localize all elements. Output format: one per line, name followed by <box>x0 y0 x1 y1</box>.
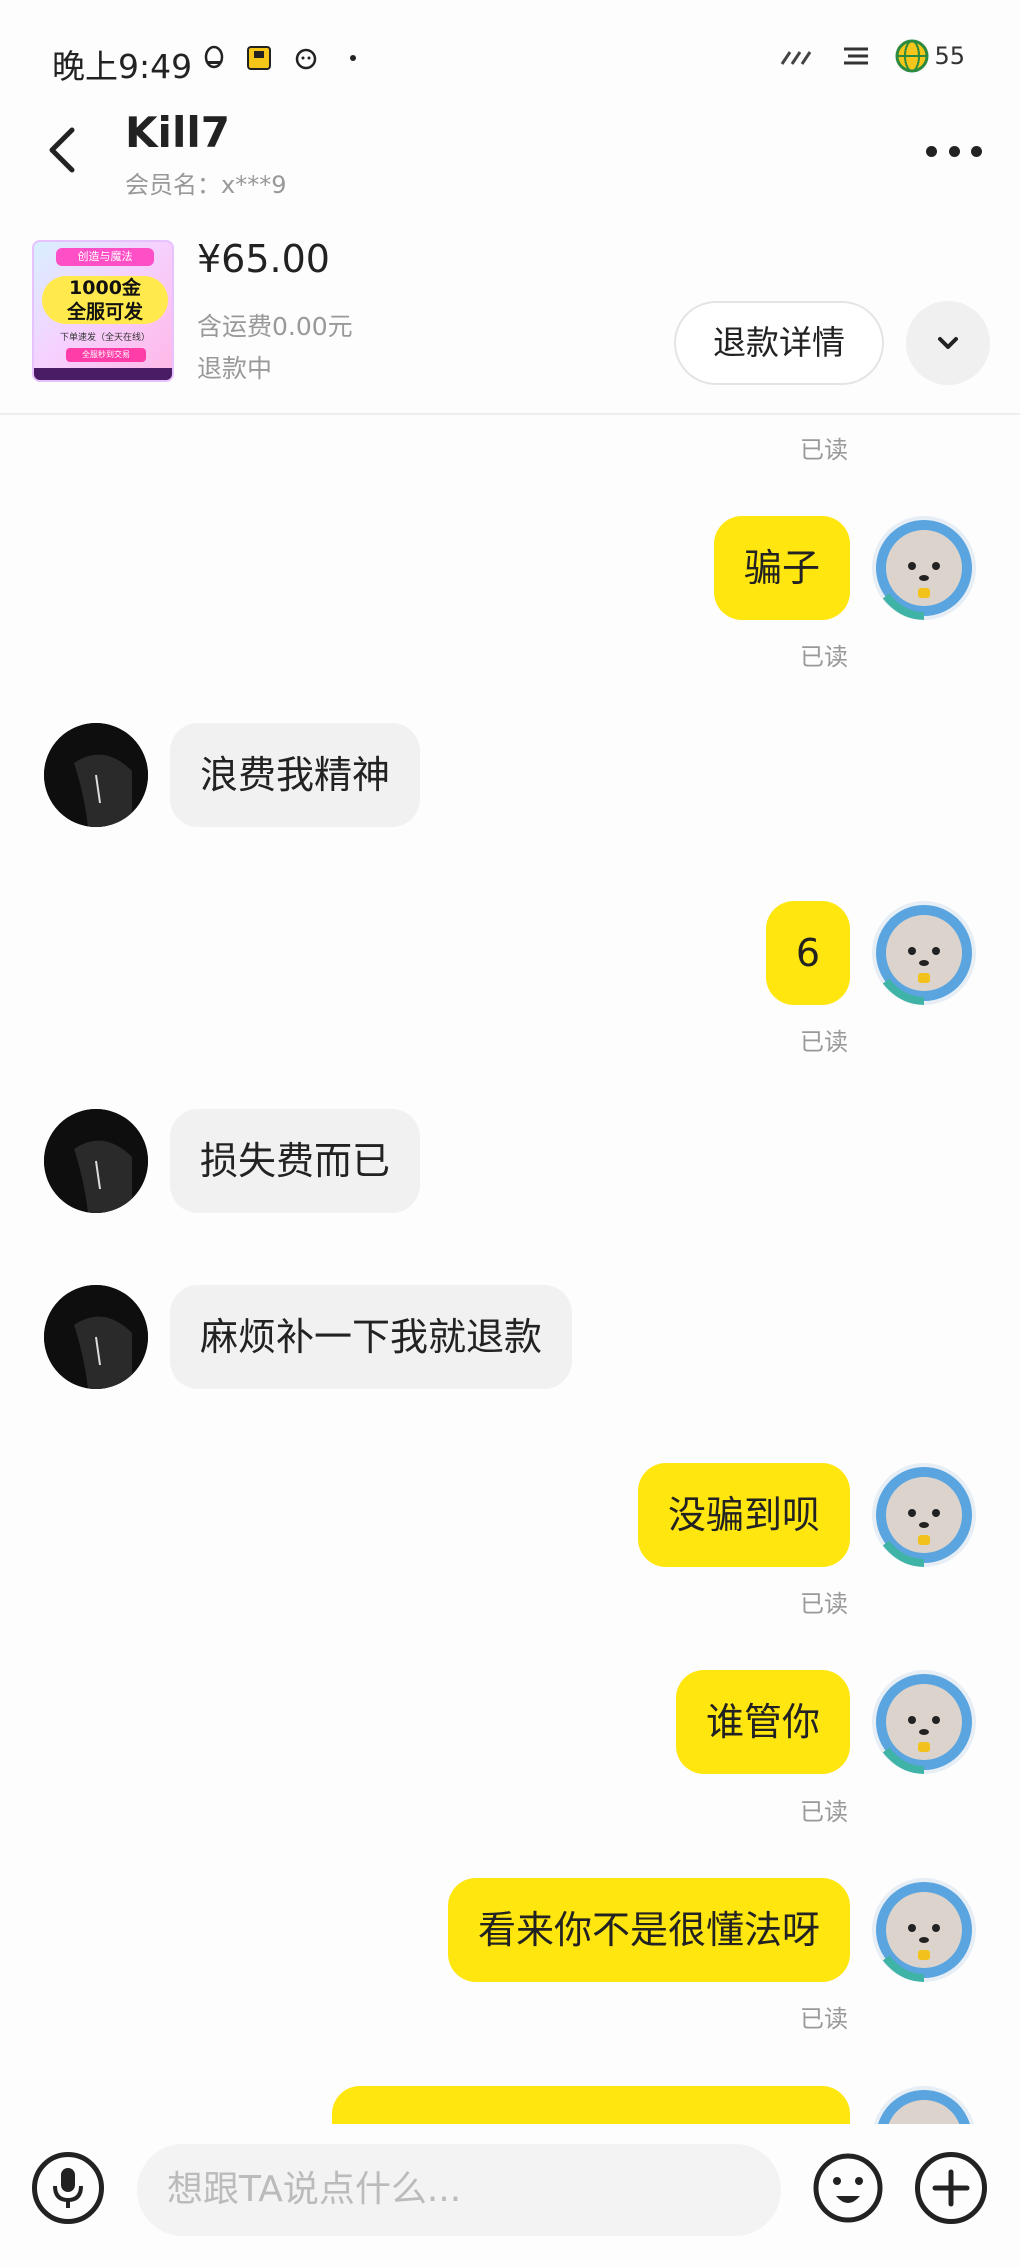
message-bubble-theirs[interactable]: 损失费而已 <box>170 1109 421 1213</box>
refund-details-button[interactable]: 退款详情 <box>674 301 884 385</box>
message-bubble-theirs[interactable]: 麻烦补一下我就退款 <box>170 1285 573 1389</box>
cat-avatar-icon <box>876 905 972 1005</box>
my-avatar[interactable] <box>872 1463 976 1567</box>
penguin-icon <box>204 45 224 69</box>
thumbnail-tag: 全服秒到交易 <box>66 348 146 362</box>
battery-level: 55 <box>934 42 965 70</box>
message-bubble-mine[interactable]: 看来你不是很懂法呀 <box>447 1878 850 1982</box>
chat-header: Kill7 会员名：x***9 <box>0 100 1020 210</box>
my-avatar[interactable] <box>872 901 976 1005</box>
silhouette-avatar-icon <box>44 1285 148 1389</box>
menu-lines-icon <box>844 47 869 65</box>
input-bar: 想跟TA说点什么... <box>0 2124 1020 2267</box>
cat-avatar-icon <box>876 1467 972 1567</box>
expand-button[interactable] <box>906 301 990 385</box>
cat-avatar-icon <box>876 1882 972 1982</box>
plus-icon <box>932 2169 970 2207</box>
cat-avatar-icon <box>876 1674 972 1774</box>
plus-button[interactable] <box>915 2152 987 2224</box>
emoji-icon[interactable] <box>812 2152 884 2224</box>
message-input[interactable]: 想跟TA说点什么... <box>137 2144 781 2236</box>
notification-app-icon <box>247 46 271 70</box>
product-price: ¥65.00 <box>197 237 330 281</box>
read-receipt: 已读 <box>800 436 848 464</box>
signal-icon <box>781 51 812 65</box>
status-right: 55 <box>778 38 965 74</box>
status-bar: 晚上9:49 55 <box>0 0 1020 110</box>
product-thumbnail[interactable]: 创造与魔法 1000金 全服可发 下单速发（全天在线） 全服秒到交易 <box>32 240 174 382</box>
message-list[interactable]: 已读 骗子 已读 浪费我精神 6 已读 损失费而已 麻烦补一下我就退款 没骗到呗… <box>0 417 1020 2124</box>
product-shipping: 含运费0.00元 <box>197 312 353 341</box>
contact-avatar[interactable] <box>44 1285 148 1389</box>
microphone-icon <box>53 2168 83 2208</box>
my-avatar[interactable] <box>872 2086 976 2124</box>
back-arrow-icon[interactable] <box>38 120 88 180</box>
thumbnail-banner: 创造与魔法 <box>56 248 154 266</box>
contact-nickname[interactable]: Kill7 <box>125 108 230 157</box>
my-avatar[interactable] <box>872 1878 976 1982</box>
cat-avatar-icon <box>878 2090 970 2124</box>
message-bubble-mine[interactable]: 谁管你 <box>675 1670 850 1774</box>
message-bubble-mine[interactable]: 没骗到呗 <box>637 1463 850 1567</box>
cat-avatar-icon <box>876 520 972 620</box>
dot-icon <box>350 55 356 61</box>
voice-button[interactable] <box>32 2152 104 2224</box>
more-icon[interactable] <box>926 138 982 164</box>
thumbnail-footer <box>34 368 172 380</box>
message-bubble-theirs[interactable]: 浪费我精神 <box>170 723 421 827</box>
status-time: 晚上9:49 <box>52 47 193 86</box>
my-avatar[interactable] <box>872 516 976 620</box>
refund-status: 退款中 <box>197 354 273 383</box>
thumbnail-headline-2: 全服可发 <box>66 301 143 323</box>
product-card[interactable]: 创造与魔法 1000金 全服可发 下单速发（全天在线） 全服秒到交易 ¥65.0… <box>0 232 1020 415</box>
silhouette-avatar-icon <box>44 723 148 827</box>
member-name: 会员名：x***9 <box>125 171 287 199</box>
contact-avatar[interactable] <box>44 723 148 827</box>
battery: 55 <box>894 38 965 74</box>
thumbnail-headline-1: 1000金 <box>69 277 141 299</box>
read-receipt: 已读 <box>800 1590 848 1618</box>
thumbnail-headline: 1000金 全服可发 <box>42 276 168 324</box>
silhouette-avatar-icon <box>44 1109 148 1213</box>
message-bubble-mine[interactable]: 骗子 <box>713 516 850 620</box>
chevron-down-icon <box>938 337 958 349</box>
read-receipt: 已读 <box>800 2005 848 2033</box>
read-receipt: 已读 <box>800 1028 848 1056</box>
thumbnail-subline: 下单速发（全天在线） <box>59 333 150 343</box>
pet-app-icon <box>295 48 317 70</box>
globe-battery-icon <box>895 39 929 73</box>
message-bubble-mine[interactable]: 6 <box>765 901 850 1005</box>
read-receipt: 已读 <box>800 643 848 671</box>
message-bubble-mine[interactable] <box>332 2086 850 2124</box>
read-receipt: 已读 <box>800 1798 848 1826</box>
contact-avatar[interactable] <box>44 1109 148 1213</box>
my-avatar[interactable] <box>872 1670 976 1774</box>
